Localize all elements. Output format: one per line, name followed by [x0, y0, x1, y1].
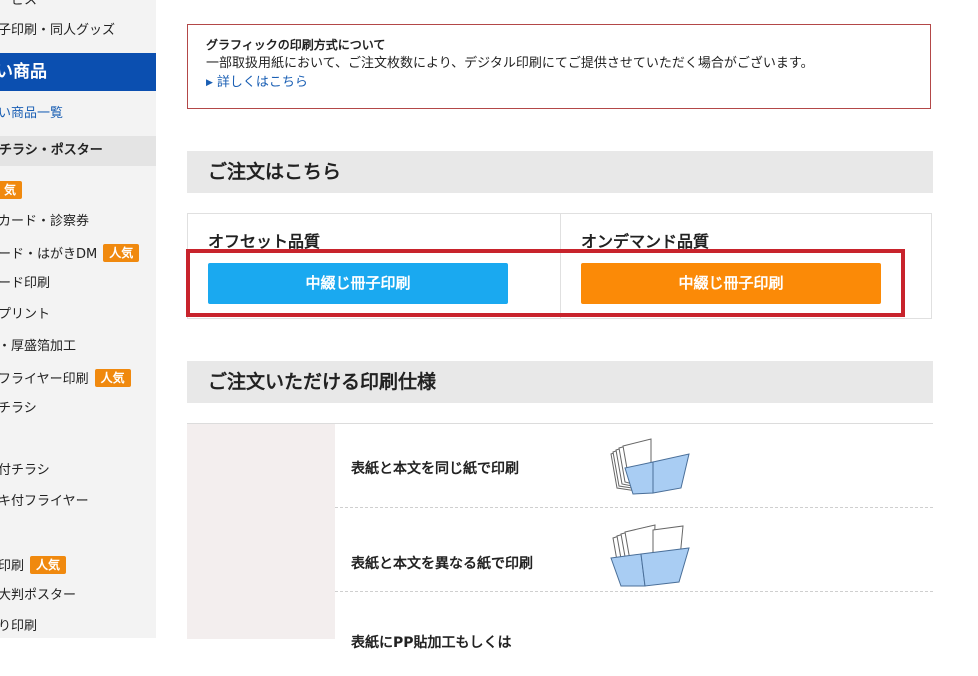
spec-row: 表紙にPP貼加工もしくは: [335, 592, 933, 676]
sidebar-item-label: チラシ: [0, 401, 37, 416]
sidebar-item[interactable]: ード印刷: [0, 275, 50, 293]
triangle-right-icon: ▶: [206, 78, 213, 88]
offset-quality-column: オフセット品質 中綴じ冊子印刷: [188, 214, 561, 318]
sidebar-item-label: ード印刷: [0, 276, 51, 291]
order-section-heading: ご注文はこちら: [187, 151, 933, 193]
spec-row: 表紙と本文を同じ紙で印刷: [335, 424, 933, 508]
sidebar-item[interactable]: フライヤー印刷 人気: [0, 369, 131, 389]
spec-table: 表紙と本文を同じ紙で印刷 表紙と本文を異なる紙で印刷 表紙にPP貼加工もしくは: [187, 423, 933, 651]
sidebar-item-label: フライヤー印刷: [0, 372, 89, 387]
notice-details-link-label: 詳しくはこちら: [216, 75, 308, 90]
sidebar-item[interactable]: 付チラシ: [0, 462, 50, 480]
sidebar-item-label: ・厚盛箔加工: [0, 339, 77, 354]
sidebar: ービス 子印刷・同人グッズ い商品 い商品一覧 チラシ・ポスター 気 カード・診…: [0, 0, 156, 638]
sidebar-category-link[interactable]: い商品一覧: [0, 105, 63, 123]
popular-badge: 人気: [94, 369, 131, 387]
sidebar-item-label: り印刷: [0, 619, 38, 634]
notice-title: グラフィックの印刷方式について: [206, 38, 386, 52]
spec-row-label: 表紙と本文を異なる紙で印刷: [351, 556, 533, 572]
sidebar-subcategory-heading[interactable]: チラシ・ポスター: [0, 136, 156, 166]
sidebar-item[interactable]: 印刷 人気: [0, 556, 67, 576]
spec-row: 表紙と本文を異なる紙で印刷: [335, 508, 933, 592]
printing-method-notice: グラフィックの印刷方式について 一部取扱用紙において、ご注文枚数により、デジタル…: [187, 24, 931, 109]
sidebar-item[interactable]: チラシ: [0, 400, 37, 418]
sidebar-item-label: 付チラシ: [0, 463, 50, 478]
sidebar-item[interactable]: り印刷: [0, 618, 37, 636]
sidebar-item-label: 大判ポスター: [0, 588, 77, 603]
sidebar-item-label: プリント: [0, 307, 51, 322]
sidebar-item-label: 印刷: [0, 559, 25, 574]
sidebar-item[interactable]: ・厚盛箔加工: [0, 338, 76, 356]
sidebar-item[interactable]: カード・診察券: [0, 213, 89, 231]
sidebar-category-heading[interactable]: い商品: [0, 53, 156, 91]
popular-badge: 気: [0, 181, 23, 199]
spec-table-side: [187, 424, 335, 639]
ondemand-saddle-stitch-button[interactable]: 中綴じ冊子印刷: [581, 263, 881, 304]
ondemand-quality-label: オンデマンド品質: [581, 232, 710, 251]
sidebar-item[interactable]: ービス: [0, 0, 37, 10]
order-options: オフセット品質 中綴じ冊子印刷 オンデマンド品質 中綴じ冊子印刷: [187, 213, 932, 319]
sidebar-item-label: ード・はがきDM: [0, 247, 98, 262]
offset-saddle-stitch-button[interactable]: 中綴じ冊子印刷: [208, 263, 508, 304]
sidebar-item[interactable]: キ付フライヤー: [0, 493, 89, 511]
booklet-different-paper-icon: [610, 524, 690, 587]
sidebar-item-label: キ付フライヤー: [0, 494, 89, 509]
spec-row-label: 表紙にPP貼加工もしくは: [351, 635, 512, 651]
spec-row-label: 表紙と本文を同じ紙で印刷: [351, 461, 519, 477]
sidebar-item[interactable]: 大判ポスター: [0, 587, 76, 605]
sidebar-item[interactable]: プリント: [0, 306, 50, 324]
booklet-same-paper-icon: [610, 438, 690, 495]
sidebar-item[interactable]: ード・はがきDM 人気: [0, 244, 140, 264]
popular-badge: 人気: [30, 556, 67, 574]
notice-body: 一部取扱用紙において、ご注文枚数により、デジタル印刷にてご提供させていただく場合…: [206, 56, 814, 71]
sidebar-item-label: カード・診察券: [0, 214, 90, 229]
notice-details-link[interactable]: ▶ 詳しくはこちら: [206, 74, 912, 92]
offset-quality-label: オフセット品質: [208, 232, 321, 251]
popular-badge: 人気: [103, 244, 140, 262]
spec-section-heading: ご注文いただける印刷仕様: [187, 361, 933, 403]
ondemand-quality-column: オンデマンド品質 中綴じ冊子印刷: [561, 214, 931, 318]
sidebar-item[interactable]: 子印刷・同人グッズ: [0, 22, 115, 40]
